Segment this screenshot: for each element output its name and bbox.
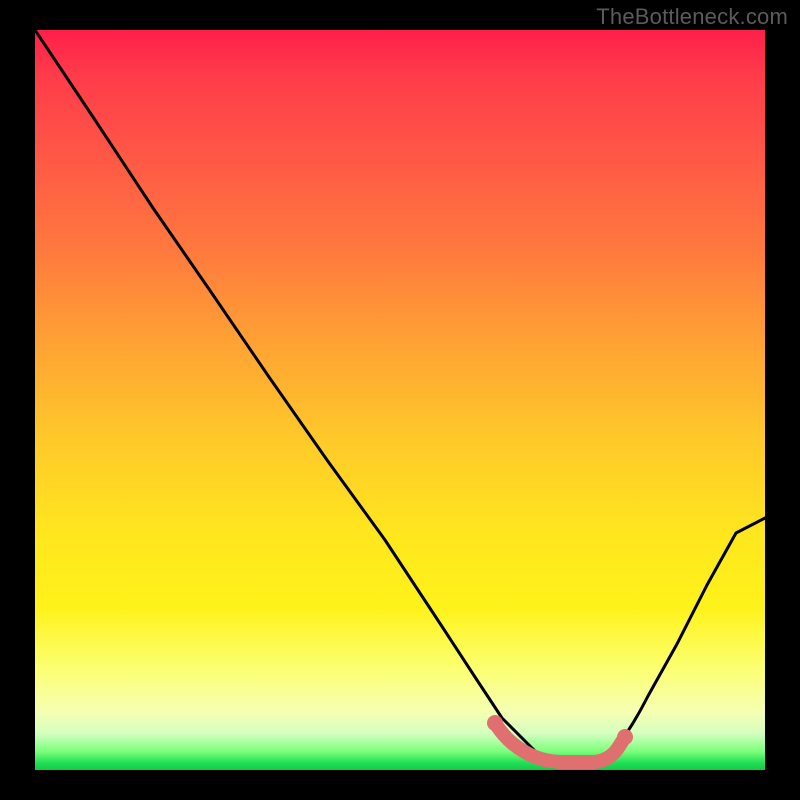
optimal-range-end-dot — [617, 729, 633, 745]
plot-area — [35, 30, 765, 770]
bottleneck-curve-line — [35, 30, 765, 763]
chart-frame: TheBottleneck.com — [0, 0, 800, 800]
watermark-text: TheBottleneck.com — [596, 4, 788, 30]
optimal-range-start-dot — [487, 715, 503, 731]
bottleneck-curve-svg — [35, 30, 765, 770]
